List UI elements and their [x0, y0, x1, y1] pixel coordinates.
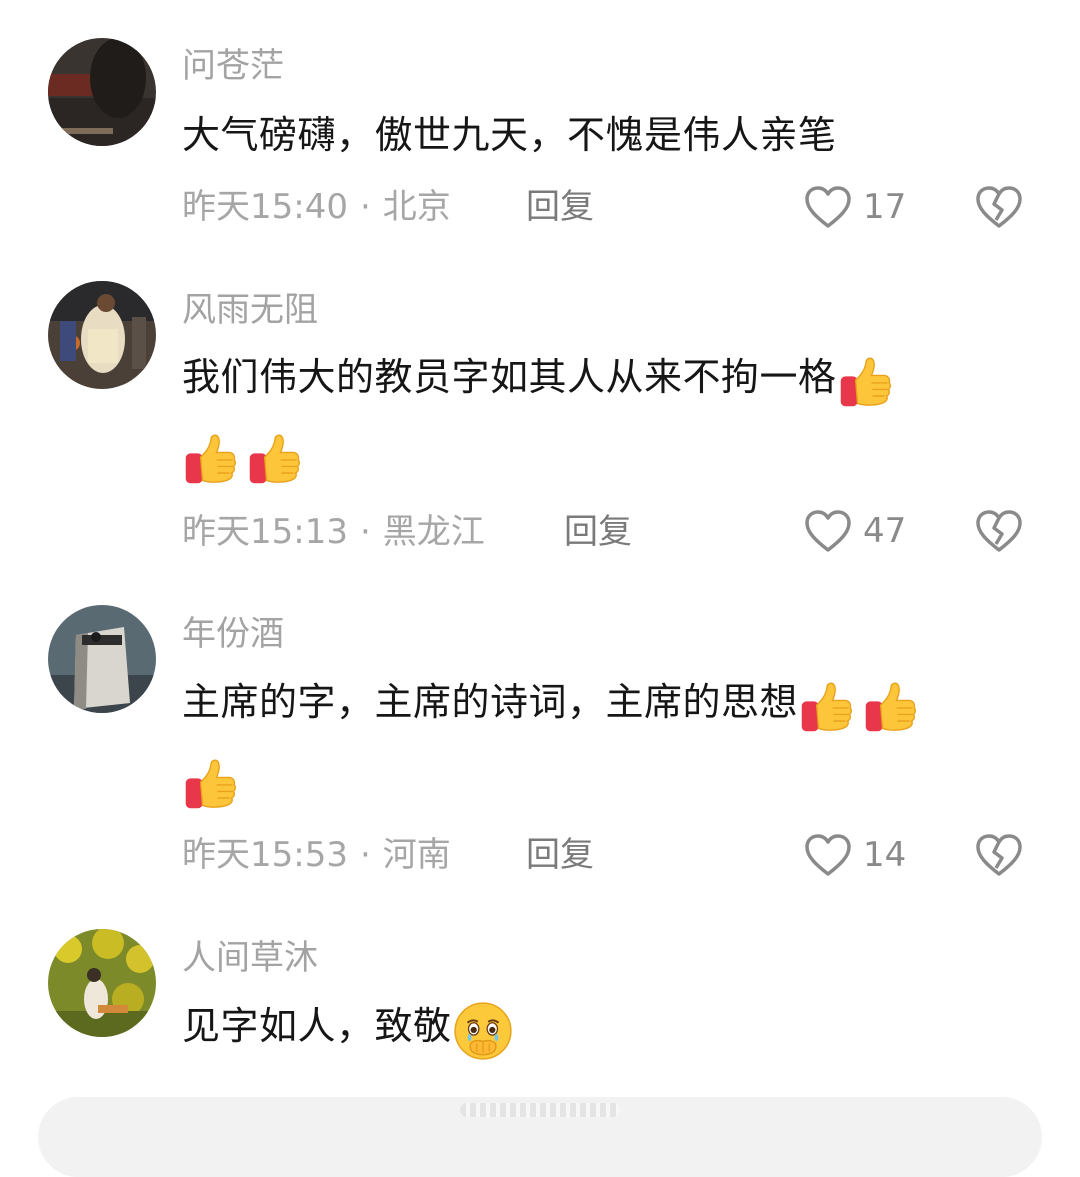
broken-heart-icon[interactable] [974, 184, 1024, 230]
like-button[interactable]: 17 [803, 182, 906, 232]
username[interactable]: 风雨无阻 [182, 290, 318, 330]
scroll-handle[interactable] [460, 1103, 620, 1117]
thumbs-up-emoji [182, 431, 238, 487]
thumbs-up-emoji [182, 756, 238, 812]
comment-meta: 昨天15:53 · 河南 [182, 833, 451, 877]
avatar[interactable] [48, 929, 156, 1037]
comment-meta: 昨天15:40 · 北京 [182, 185, 451, 229]
thumbs-up-emoji [837, 354, 893, 410]
comment-text-body: 我们伟大的教员字如其人从来不拘一格 [182, 355, 837, 399]
reply-button[interactable]: 回复 [564, 510, 632, 554]
like-count: 14 [863, 835, 907, 875]
avatar[interactable] [48, 281, 156, 389]
broken-heart-icon[interactable] [974, 832, 1024, 878]
comment-location: 河南 [382, 835, 451, 875]
username[interactable]: 年份酒 [182, 614, 284, 654]
meta-separator: · [359, 512, 371, 552]
comment-time: 昨天15:53 [182, 835, 348, 875]
meta-separator: · [359, 187, 371, 227]
comment-time: 昨天15:40 [182, 187, 348, 227]
like-button[interactable]: 14 [803, 830, 906, 880]
holding-back-tears-emoji [453, 1002, 512, 1060]
username[interactable]: 问苍茫 [182, 46, 284, 86]
comment-text-body: 主席的字，主席的诗词，主席的思想 [182, 680, 799, 724]
meta-separator: · [359, 835, 371, 875]
comment-location: 黑龙江 [382, 512, 485, 552]
comment-text: 我们伟大的教员字如其人从来不拘一格 [182, 340, 1042, 493]
like-button[interactable]: 47 [803, 506, 906, 556]
heart-outline-icon [803, 184, 853, 230]
comment-text: 大气磅礴，傲世九天，不愧是伟人亲笔 [182, 98, 1042, 172]
heart-outline-icon [803, 832, 853, 878]
username[interactable]: 人间草沐 [182, 938, 318, 978]
comment-text: 见字如人，致敬 [182, 989, 1042, 1066]
reply-button[interactable]: 回复 [526, 833, 594, 877]
reply-button[interactable]: 回复 [526, 185, 594, 229]
comment-text: 主席的字，主席的诗词，主席的思想 [182, 665, 1042, 818]
heart-outline-icon [803, 508, 853, 554]
comment-location: 北京 [382, 187, 451, 227]
comment-meta: 昨天15:13 · 黑龙江 [182, 510, 485, 554]
avatar[interactable] [48, 38, 156, 146]
like-count: 17 [863, 187, 907, 227]
broken-heart-icon[interactable] [974, 508, 1024, 554]
thumbs-up-emoji [798, 679, 854, 735]
like-count: 47 [863, 511, 907, 551]
comment-time: 昨天15:13 [182, 512, 348, 552]
thumbs-up-emoji [862, 679, 918, 735]
comment-text-body: 见字如人，致敬 [182, 1004, 452, 1048]
avatar[interactable] [48, 605, 156, 713]
comment-text-body: 大气磅礴，傲世九天，不愧是伟人亲笔 [182, 113, 837, 157]
thumbs-up-emoji [246, 431, 302, 487]
